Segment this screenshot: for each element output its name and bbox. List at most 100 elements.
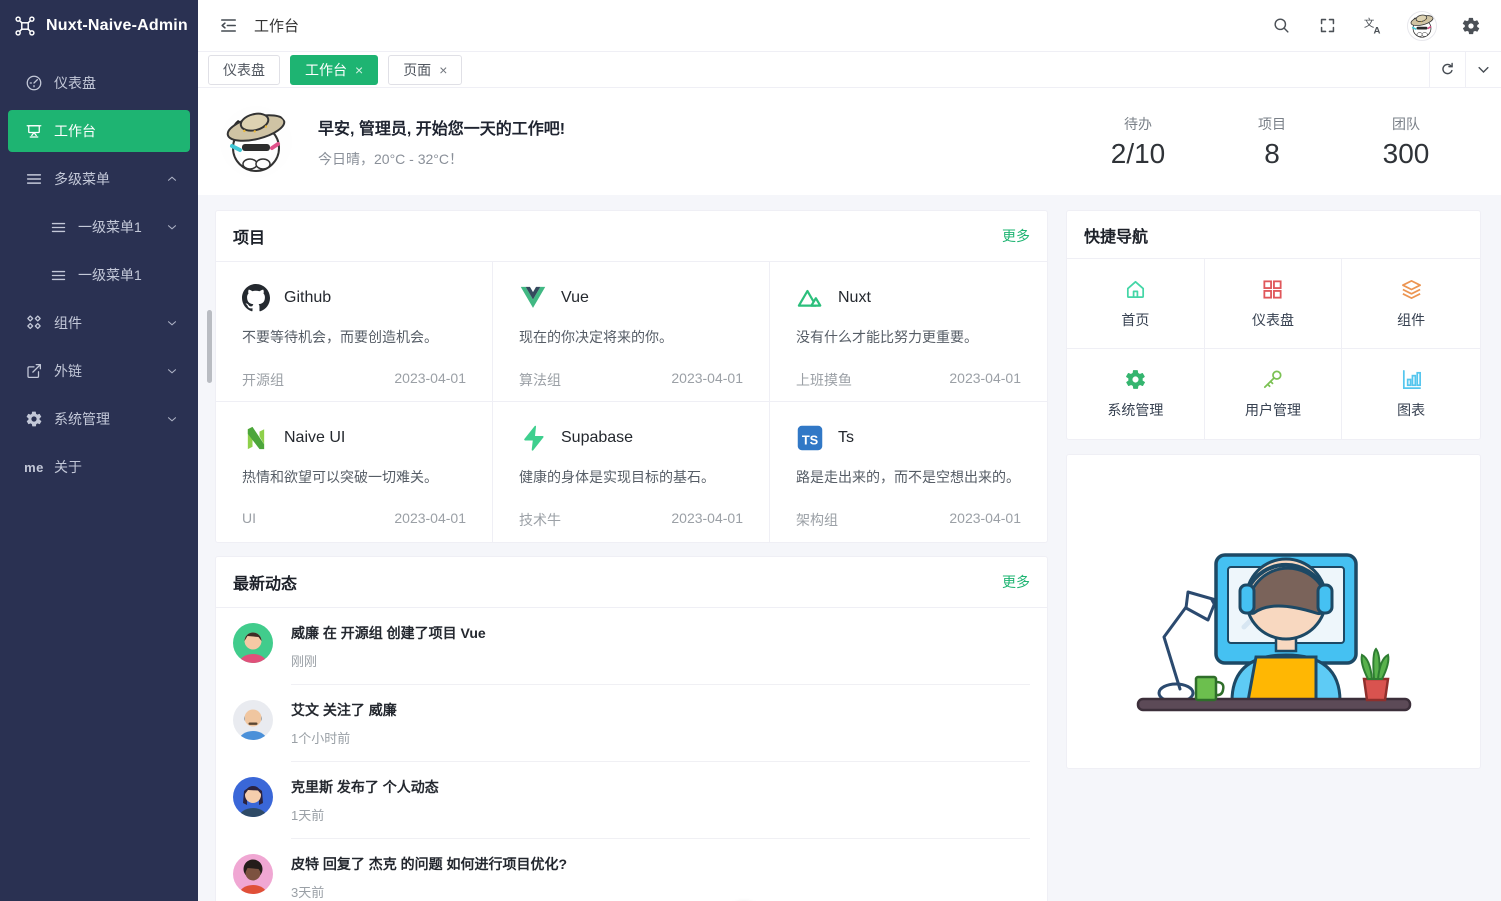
project-name: Ts xyxy=(838,429,854,447)
project-card-github[interactable]: Github 不要等待机会，而要创造机会。 开源组 2023-04-01 xyxy=(216,262,493,402)
sidebar-item-label: 工作台 xyxy=(54,121,178,141)
quick-nav-label: 系统管理 xyxy=(1107,400,1163,420)
supabase-icon xyxy=(519,424,547,452)
language-icon[interactable]: 文 A xyxy=(1361,14,1385,38)
layers-icon xyxy=(1400,278,1423,301)
project-group: 技术牛 xyxy=(519,510,561,530)
quick-nav-label: 组件 xyxy=(1397,310,1425,330)
project-desc: 路是走出来的，而不是空想出来的。 xyxy=(796,467,1021,487)
activity-item: 皮特 回复了 杰克 的问题 如何进行项目优化? 3天前 xyxy=(216,839,1047,901)
menu-lines-icon xyxy=(48,217,68,237)
nuxt-icon xyxy=(796,284,824,312)
quick-nav-home[interactable]: 首页 xyxy=(1067,259,1205,349)
project-date: 2023-04-01 xyxy=(949,370,1021,390)
project-card-vue[interactable]: Vue 现在的你决定将来的你。 算法组 2023-04-01 xyxy=(493,262,770,402)
svg-text:A: A xyxy=(1373,25,1380,36)
collapse-sidebar-button[interactable] xyxy=(216,14,240,38)
project-desc: 热情和欲望可以突破一切难关。 xyxy=(242,467,466,487)
sidebar-item-multilevel-menu[interactable]: 多级菜单 xyxy=(8,158,190,200)
project-card-nuxt[interactable]: Nuxt 没有什么才能比努力更重要。 上班摸鱼 2023-04-01 xyxy=(770,262,1047,402)
project-card-supabase[interactable]: Supabase 健康的身体是实现目标的基石。 技术牛 2023-04-01 xyxy=(493,402,770,542)
project-desc: 健康的身体是实现目标的基石。 xyxy=(519,467,743,487)
project-desc: 不要等待机会，而要创造机会。 xyxy=(242,327,466,347)
activity-time: 1天前 xyxy=(291,805,1030,824)
project-card-naive-ui[interactable]: Naive UI 热情和欲望可以突破一切难关。 UI 2023-04-01 xyxy=(216,402,493,542)
sidebar-item-submenu-1[interactable]: 一级菜单1 xyxy=(8,206,190,248)
sidebar-item-label: 外链 xyxy=(54,361,156,381)
sidebar-item-dashboard[interactable]: 仪表盘 xyxy=(8,62,190,104)
gear-icon xyxy=(1124,368,1147,391)
project-date: 2023-04-01 xyxy=(394,370,466,390)
chevron-down-icon xyxy=(166,413,178,425)
sidebar: Nuxt-Naive-Admin 仪表盘 工作台 xyxy=(0,0,198,901)
activity-more-link[interactable]: 更多 xyxy=(1002,572,1030,592)
activity-item: 艾文 关注了 威廉 1个小时前 xyxy=(216,685,1047,762)
main-area: 工作台 文 A xyxy=(198,0,1501,901)
stat-value: 300 xyxy=(1371,138,1441,170)
project-date: 2023-04-01 xyxy=(949,510,1021,530)
tab-label: 仪表盘 xyxy=(223,60,265,80)
avatar xyxy=(233,777,273,817)
app-title: Nuxt-Naive-Admin xyxy=(46,17,188,35)
key-icon xyxy=(1261,368,1284,391)
stat-todo: 待办 2/10 xyxy=(1103,114,1173,170)
breadcrumb[interactable]: 工作台 xyxy=(254,15,299,36)
stat-value: 8 xyxy=(1237,138,1307,170)
stat-label: 待办 xyxy=(1103,114,1173,134)
activity-card-title: 最新动态 xyxy=(233,570,297,594)
tabbar: 仪表盘 工作台 × 页面 × xyxy=(198,52,1501,88)
projects-more-link[interactable]: 更多 xyxy=(1002,226,1030,246)
project-desc: 没有什么才能比努力更重要。 xyxy=(796,327,1021,347)
quick-nav-charts[interactable]: 图表 xyxy=(1342,349,1480,439)
search-icon[interactable] xyxy=(1269,14,1293,38)
avatar xyxy=(233,623,273,663)
app-logo[interactable]: Nuxt-Naive-Admin xyxy=(0,0,198,52)
sidebar-item-system-admin[interactable]: 系统管理 xyxy=(8,398,190,440)
fullscreen-icon[interactable] xyxy=(1315,14,1339,38)
sidebar-menu: 仪表盘 工作台 多级菜单 xyxy=(0,52,198,498)
bar-chart-icon xyxy=(1400,368,1423,391)
sidebar-item-label: 系统管理 xyxy=(54,409,156,429)
person-at-computer-illustration xyxy=(1124,497,1424,727)
quick-nav-system-admin[interactable]: 系统管理 xyxy=(1067,349,1205,439)
quick-nav-dashboard[interactable]: 仪表盘 xyxy=(1205,259,1343,349)
tab-page[interactable]: 页面 × xyxy=(388,55,462,85)
settings-gear-icon[interactable] xyxy=(1459,14,1483,38)
refresh-icon[interactable] xyxy=(1429,52,1465,88)
stat-label: 项目 xyxy=(1237,114,1307,134)
sidebar-item-components[interactable]: 组件 xyxy=(8,302,190,344)
activity-time: 1个小时前 xyxy=(291,728,1030,747)
tab-actions-chevron-icon[interactable] xyxy=(1465,52,1501,88)
sidebar-item-submenu-2[interactable]: 一级菜单1 xyxy=(8,254,190,296)
activity-text: 皮特 回复了 杰克 的问题 如何进行项目优化? xyxy=(291,854,1030,874)
close-icon[interactable]: × xyxy=(355,63,363,77)
stat-team: 团队 300 xyxy=(1371,114,1441,170)
scrollbar-thumb[interactable] xyxy=(207,310,212,383)
user-avatar[interactable] xyxy=(1407,11,1437,41)
activity-item: 威廉 在 开源组 创建了项目 Vue 刚刚 xyxy=(216,608,1047,685)
sidebar-item-about[interactable]: me 关于 xyxy=(8,446,190,488)
app-root: Nuxt-Naive-Admin 仪表盘 工作台 xyxy=(0,0,1501,901)
project-card-typescript[interactable]: TS Ts 路是走出来的，而不是空想出来的。 架构组 2023-04-01 xyxy=(770,402,1047,542)
content-scroll-area: 早安, 管理员, 开始您一天的工作吧! 今日晴，20°C - 32°C！ 待办 … xyxy=(198,88,1501,901)
naive-ui-icon xyxy=(242,424,270,452)
sidebar-item-label: 仪表盘 xyxy=(54,73,178,93)
activity-time: 3天前 xyxy=(291,882,1030,901)
stat-value: 2/10 xyxy=(1103,138,1173,170)
typescript-icon: TS xyxy=(796,424,824,452)
github-icon xyxy=(242,284,270,312)
project-date: 2023-04-01 xyxy=(671,510,743,530)
sidebar-item-workbench[interactable]: 工作台 xyxy=(8,110,190,152)
quick-nav-label: 仪表盘 xyxy=(1252,310,1294,330)
tab-dashboard[interactable]: 仪表盘 xyxy=(208,55,280,85)
quick-nav-user-admin[interactable]: 用户管理 xyxy=(1205,349,1343,439)
project-desc: 现在的你决定将来的你。 xyxy=(519,327,743,347)
sidebar-item-external-links[interactable]: 外链 xyxy=(8,350,190,392)
sidebar-item-label: 一级菜单1 xyxy=(78,217,156,237)
me-icon: me xyxy=(24,457,44,477)
tab-workbench[interactable]: 工作台 × xyxy=(290,55,378,85)
activity-card: 最新动态 更多 xyxy=(215,556,1048,901)
close-icon[interactable]: × xyxy=(439,63,447,77)
quick-nav-title: 快捷导航 xyxy=(1084,223,1148,247)
quick-nav-components[interactable]: 组件 xyxy=(1342,259,1480,349)
